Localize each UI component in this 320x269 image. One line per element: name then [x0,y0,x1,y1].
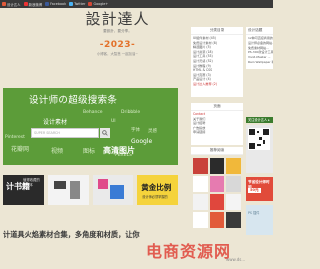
site-header: 設計達人 要設計，要分享。 -2023- 小博客，大智慧 一起加油~ [50,10,185,56]
thumb-books[interactable]: 值得收藏的100本 计书籍 [3,175,44,205]
featured-thumbnails: 值得收藏的100本 计书籍 黄金比例 设计师必须掌握的 [3,175,178,205]
qr-code-icon [248,128,270,150]
google-plus-icon [88,2,93,6]
thumb-shape [69,181,80,199]
qr-widget [246,125,273,173]
banner-hq-images: 高清图片 [103,146,135,155]
site-tagline: 小博客，大智慧 一起加油~ [96,52,139,56]
banner-word: Behance [83,110,103,115]
watermark-url: www.ds... [226,257,246,262]
banner-word: Pinterest [5,135,25,140]
banner-word: 设计素材 [43,119,68,126]
thumb-layout[interactable] [47,175,89,205]
recommend-thumbs-row-3 [193,194,242,210]
watermark: 电商资源网 [146,242,232,261]
thumb-color[interactable] [92,175,134,205]
recommend-thumb[interactable] [193,176,208,192]
recommend-thumbs-row-2 [193,176,242,192]
topbar-link-home[interactable]: 设计达人 [2,2,21,7]
topbar-link-facebook[interactable]: Facebook [45,2,66,6]
recommend-thumb[interactable] [209,158,225,174]
banner-word: 花瓣网 [11,146,30,153]
recommend-widget: 推荐阅读 [191,147,243,155]
topbar-link-google-plus[interactable]: Google+ [88,2,108,6]
recommend-thumb[interactable] [193,212,208,228]
recommend-thumb[interactable] [193,194,208,210]
thumb-shape [97,179,108,189]
page-link[interactable]: 申请链接 [193,130,241,135]
topic-link[interactable]: Rain Wallpaper 和锁... [248,60,273,65]
search-button[interactable] [100,128,110,138]
banner-word: 视频 [51,148,64,155]
recommend-thumb[interactable] [226,194,242,210]
recommend-thumb[interactable] [226,176,242,192]
thumb-shape [109,185,124,199]
recommend-title: 推荐阅读 [191,147,243,155]
home-icon [2,2,6,6]
recommend-thumb[interactable] [209,194,225,210]
banner-word: 字体 [131,128,140,133]
facebook-icon [45,2,50,6]
search-icon [102,130,108,136]
super-search-input[interactable]: SUPER SEARCH [31,128,99,138]
category-link[interactable]: 设计达人推荐 (2) [193,82,241,87]
banner-word: 灵感 [148,129,157,134]
recommend-thumb[interactable] [193,158,208,174]
banner-headline: 设计师の超级搜索条 [29,95,118,106]
ad-banner-red[interactable]: 节省设计师时间 50元 [246,177,273,201]
banner-word: Google [131,138,153,145]
recommend-thumb[interactable] [226,212,242,228]
recommend-thumb[interactable] [226,158,242,174]
super-search-banner[interactable]: 设计师の超级搜索条 Behance Dribbble Pinterest 设计素… [3,88,178,165]
banner-word: UI [111,119,116,124]
pages-title: 页面 [191,103,243,111]
topic-link[interactable]: 设计师必备的网站... [248,41,273,46]
topbar-link-weibo[interactable]: 新浪微博 [23,2,42,7]
ad-banner-plugin[interactable]: PS 插件 [246,205,273,235]
weibo-icon [23,2,28,6]
topics-title: 设计话题 [246,27,273,35]
thumb-shape [53,181,66,189]
thumb-golden-ratio[interactable]: 黄金比例 设计师必须掌握的 [137,175,178,205]
site-slogan: 要設計，要分享。 [103,29,132,33]
categories-title: 分类目录 [191,27,243,35]
recommend-thumb[interactable] [209,176,225,192]
pages-widget: 页面 Contact 关于我们 设计招聘 广告投放 申请链接 [191,103,243,145]
site-logo[interactable]: 設計達人 [50,10,185,28]
topics-widget: 设计话题 12种可直接商用的字体 设计师必备的网站... 免费素材网站... P… [246,27,273,69]
year-badge: -2023- [99,40,136,50]
twitter-icon [69,2,74,6]
topbar-link-twitter[interactable]: Twitter [69,2,85,6]
recommend-thumb[interactable] [209,212,225,228]
banner-word: Dribbble [121,110,141,115]
top-bar: 设计达人 新浪微博 Facebook Twitter Google+ [0,0,273,8]
follow-button[interactable]: 关注设计达人 ▸ [246,117,273,123]
categories-widget: 分类目录 UI组件素材 (45) 免费设计素材 (8) 精选图片 (5) 设计资… [191,27,243,97]
page: 设计达人 新浪微博 Facebook Twitter Google+ 設計達人 … [0,0,273,269]
recommend-thumbs-row-1 [193,158,242,174]
banner-word: 图标 [83,148,96,155]
recommend-thumbs-row-4 [193,212,242,228]
